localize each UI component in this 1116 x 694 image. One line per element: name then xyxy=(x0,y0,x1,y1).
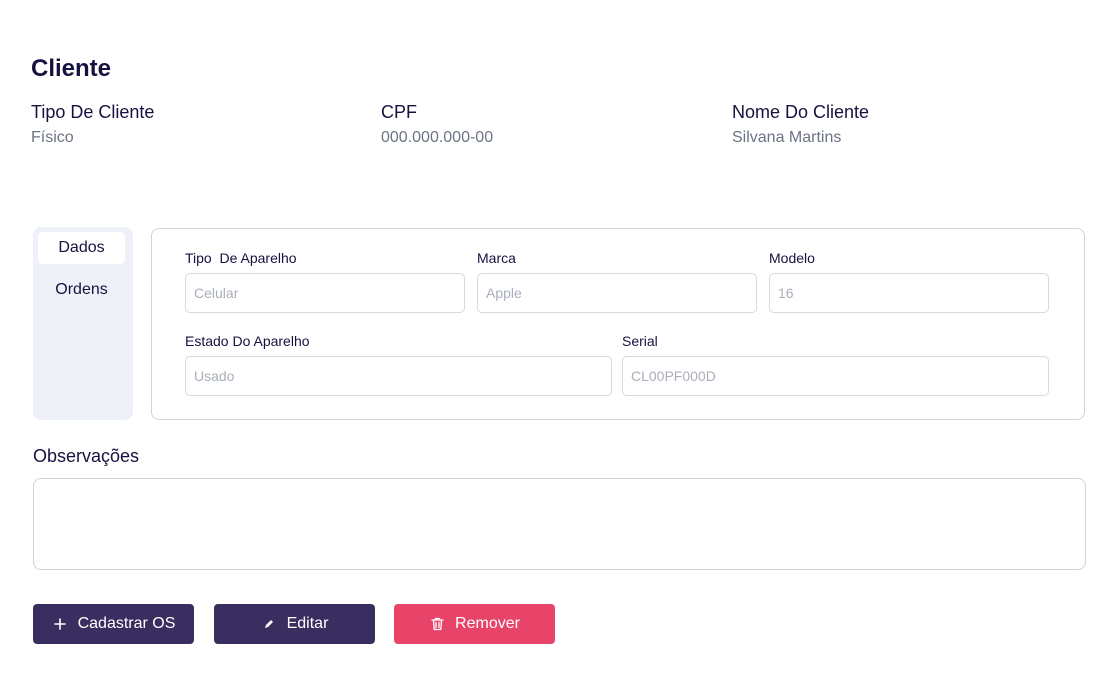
tab-list: Dados Ordens xyxy=(33,227,133,420)
brand-field: Marca xyxy=(477,249,757,313)
client-cpf-value: 000.000.000-00 xyxy=(381,129,494,146)
model-field: Modelo xyxy=(769,249,1049,313)
notes-label: Observações xyxy=(33,446,140,466)
client-type-label: Tipo De Cliente xyxy=(31,102,155,122)
notes-textarea[interactable] xyxy=(33,478,1086,570)
plus-icon xyxy=(52,616,68,632)
register-os-label: Cadastrar OS xyxy=(77,615,176,632)
tab-dados[interactable]: Dados xyxy=(38,232,125,264)
client-name-label: Nome Do Cliente xyxy=(732,102,870,122)
device-type-field: Tipo De Aparelho xyxy=(185,249,465,313)
client-name-value: Silvana Martins xyxy=(732,129,842,146)
remove-button[interactable]: Remover xyxy=(394,604,555,644)
trash-icon xyxy=(429,616,445,632)
client-name-info: Nome Do Cliente Silvana Martins xyxy=(732,100,869,149)
client-type-value: Físico xyxy=(31,129,74,146)
device-state-input[interactable] xyxy=(185,356,612,396)
brand-input[interactable] xyxy=(477,273,757,313)
device-details-card: Tipo De Aparelho Marca Modelo Estado Do … xyxy=(151,228,1085,420)
register-os-button[interactable]: Cadastrar OS xyxy=(33,604,194,644)
tab-ordens[interactable]: Ordens xyxy=(38,274,125,306)
page-title: Cliente xyxy=(31,55,112,82)
device-state-label: Estado Do Aparelho xyxy=(185,333,310,349)
client-cpf-label: CPF xyxy=(381,102,417,122)
device-state-field: Estado Do Aparelho xyxy=(185,332,612,396)
client-type-info: Tipo De Cliente Físico xyxy=(31,100,154,149)
pencil-icon xyxy=(261,616,277,632)
client-detail-page: Cliente Tipo De Cliente Físico CPF 000.0… xyxy=(0,0,1116,694)
serial-input[interactable] xyxy=(622,356,1049,396)
model-label: Modelo xyxy=(769,250,815,266)
client-cpf-info: CPF 000.000.000-00 xyxy=(381,100,493,149)
serial-field: Serial xyxy=(622,332,1049,396)
edit-label: Editar xyxy=(286,615,329,632)
device-type-input[interactable] xyxy=(185,273,465,313)
edit-button[interactable]: Editar xyxy=(214,604,375,644)
device-type-label: Tipo De Aparelho xyxy=(185,250,297,266)
brand-label: Marca xyxy=(477,250,516,266)
serial-label: Serial xyxy=(622,333,658,349)
remove-label: Remover xyxy=(455,615,520,632)
model-input[interactable] xyxy=(769,273,1049,313)
